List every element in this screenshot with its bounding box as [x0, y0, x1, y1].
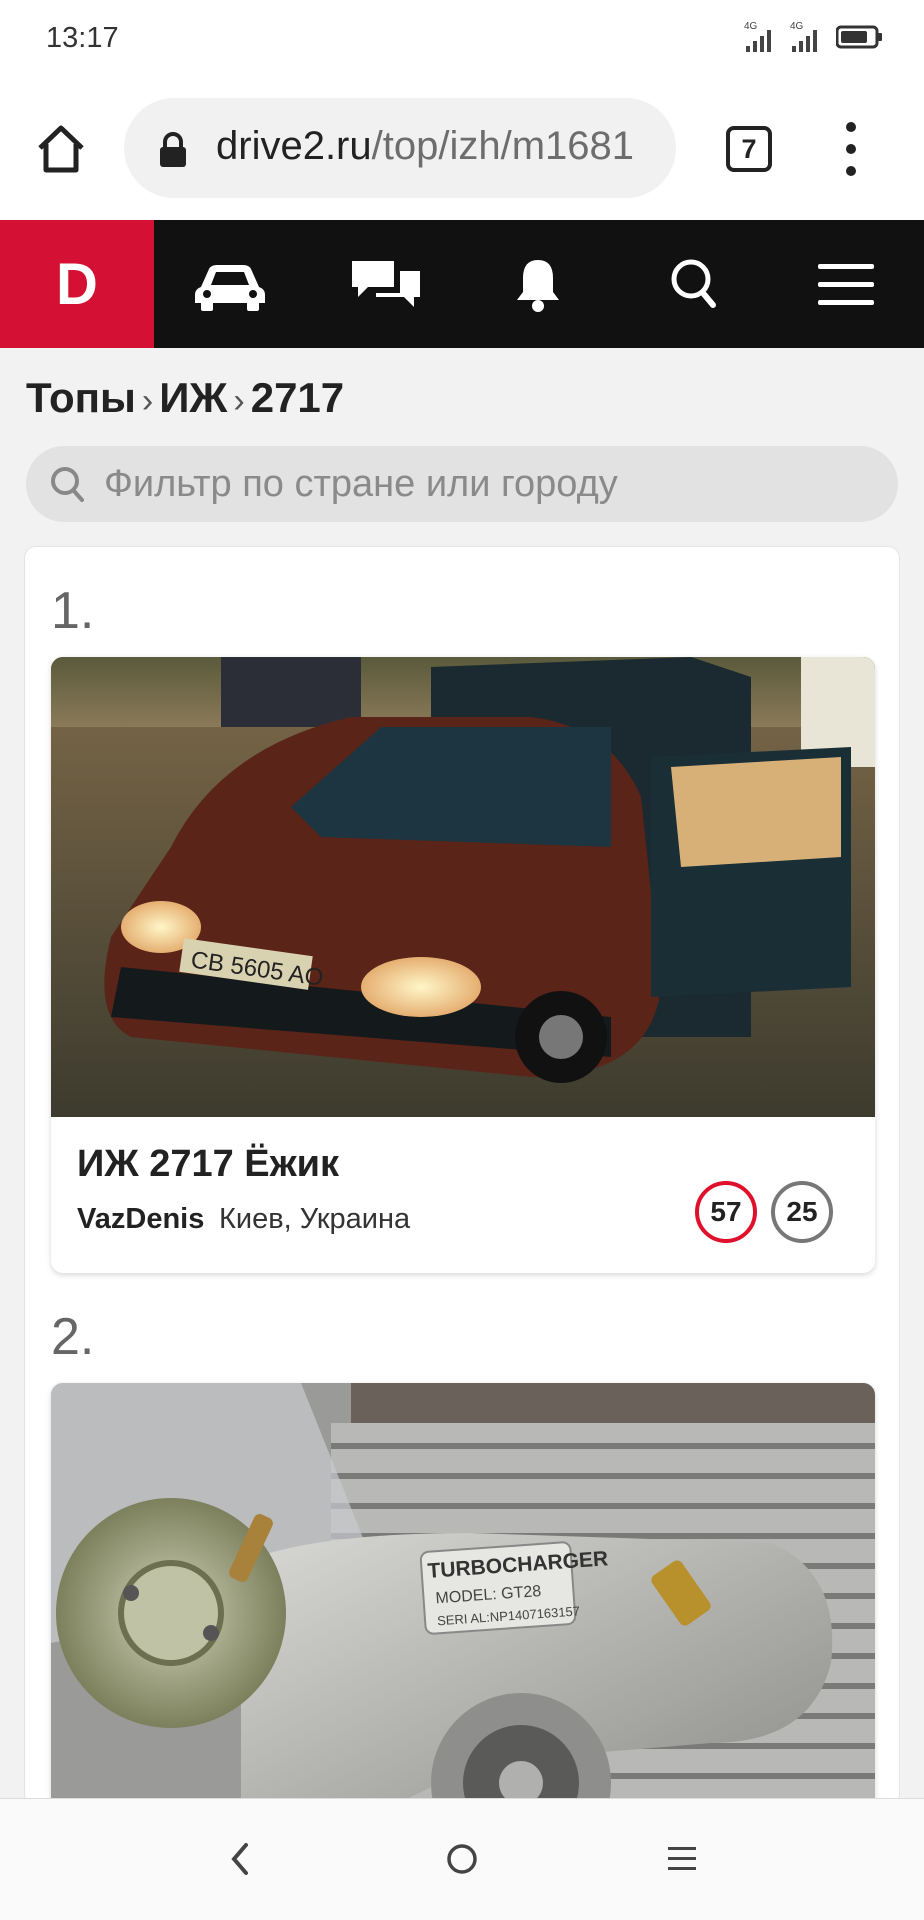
- site-nav: D: [0, 220, 924, 348]
- home-nav-icon[interactable]: [444, 1841, 480, 1877]
- svg-text:4G: 4G: [790, 21, 804, 32]
- url-domain: drive2.ru: [216, 124, 372, 168]
- battery-icon: [836, 25, 882, 49]
- car-photo[interactable]: CB 5605 AO: [51, 657, 875, 1117]
- car-photo-image: TURBOCHARGER MODEL: GT28 SERI AL:NP14071…: [51, 1383, 875, 1813]
- svg-text:4G: 4G: [744, 21, 758, 32]
- hamburger-icon: [818, 264, 874, 305]
- bell-icon: [517, 260, 559, 312]
- recents-icon[interactable]: [666, 1845, 698, 1873]
- car-card[interactable]: TURBOCHARGER MODEL: GT28 SERI AL:NP14071…: [51, 1383, 875, 1813]
- search-button[interactable]: [654, 250, 734, 318]
- car-card[interactable]: CB 5605 AO ИЖ 2717 Ёжик VazDenis Киев, У…: [51, 657, 875, 1273]
- rank-number: 2.: [51, 1308, 95, 1366]
- breadcrumb-brand[interactable]: ИЖ: [159, 374, 227, 421]
- breadcrumb-model: 2717: [250, 374, 345, 421]
- search-icon: [671, 259, 716, 308]
- site-menu-button[interactable]: [806, 250, 886, 318]
- breadcrumb-separator: ›: [233, 382, 245, 420]
- browser-menu-button[interactable]: [836, 122, 866, 176]
- browser-toolbar: drive2.ru/top/izh/m1681 7: [0, 78, 924, 220]
- url-path: /top/izh/m1681: [371, 124, 635, 168]
- garage-button[interactable]: [190, 250, 270, 318]
- car-photo[interactable]: TURBOCHARGER MODEL: GT28 SERI AL:NP14071…: [51, 1383, 875, 1813]
- signal-icon: 4G: [744, 21, 771, 52]
- rank-number: 1.: [51, 582, 95, 640]
- breadcrumb-separator: ›: [141, 382, 154, 420]
- tabs-button[interactable]: 7: [726, 126, 772, 172]
- home-icon: [38, 125, 84, 173]
- comments-badge: 25: [771, 1181, 833, 1243]
- home-button[interactable]: [34, 122, 88, 176]
- status-icons: 4G 4G: [744, 20, 884, 54]
- menu-dot: [846, 122, 856, 132]
- status-bar: 13:17 4G 4G: [0, 0, 924, 78]
- back-icon[interactable]: [226, 1841, 254, 1877]
- system-nav-bar: [0, 1798, 924, 1920]
- lock-icon: [160, 132, 186, 167]
- car-info: ИЖ 2717 Ёжик VazDenis Киев, Украина 57 2…: [51, 1117, 875, 1273]
- breadcrumb-tops[interactable]: Топы: [26, 374, 136, 421]
- breadcrumb: Топы › ИЖ › 2717: [26, 374, 344, 422]
- car-title[interactable]: ИЖ 2717 Ёжик: [77, 1143, 339, 1186]
- search-icon: [51, 467, 84, 502]
- notifications-button[interactable]: [498, 250, 578, 318]
- chat-icon: [352, 261, 420, 307]
- messages-button[interactable]: [346, 250, 426, 318]
- top-list: 1. CB 5605 AO ИЖ 2717 Ёжик VazDenis Киев…: [24, 546, 900, 1813]
- menu-dot: [846, 166, 856, 176]
- likes-badge: 57: [695, 1181, 757, 1243]
- owner-location: Киев, Украина: [219, 1203, 411, 1235]
- menu-dot: [846, 144, 856, 154]
- address-bar[interactable]: drive2.ru/top/izh/m1681: [124, 98, 676, 198]
- url-text: drive2.ru/top/izh/m1681: [216, 124, 634, 169]
- location-filter-input[interactable]: [104, 446, 864, 522]
- car-icon: [195, 265, 265, 311]
- drive2-logo[interactable]: D: [0, 220, 154, 348]
- car-photo-image: CB 5605 AO: [51, 657, 875, 1117]
- signal-icon-2: 4G: [790, 21, 817, 52]
- owner-name[interactable]: VazDenis: [77, 1203, 204, 1236]
- location-filter: [26, 446, 898, 522]
- status-time: 13:17: [46, 22, 119, 54]
